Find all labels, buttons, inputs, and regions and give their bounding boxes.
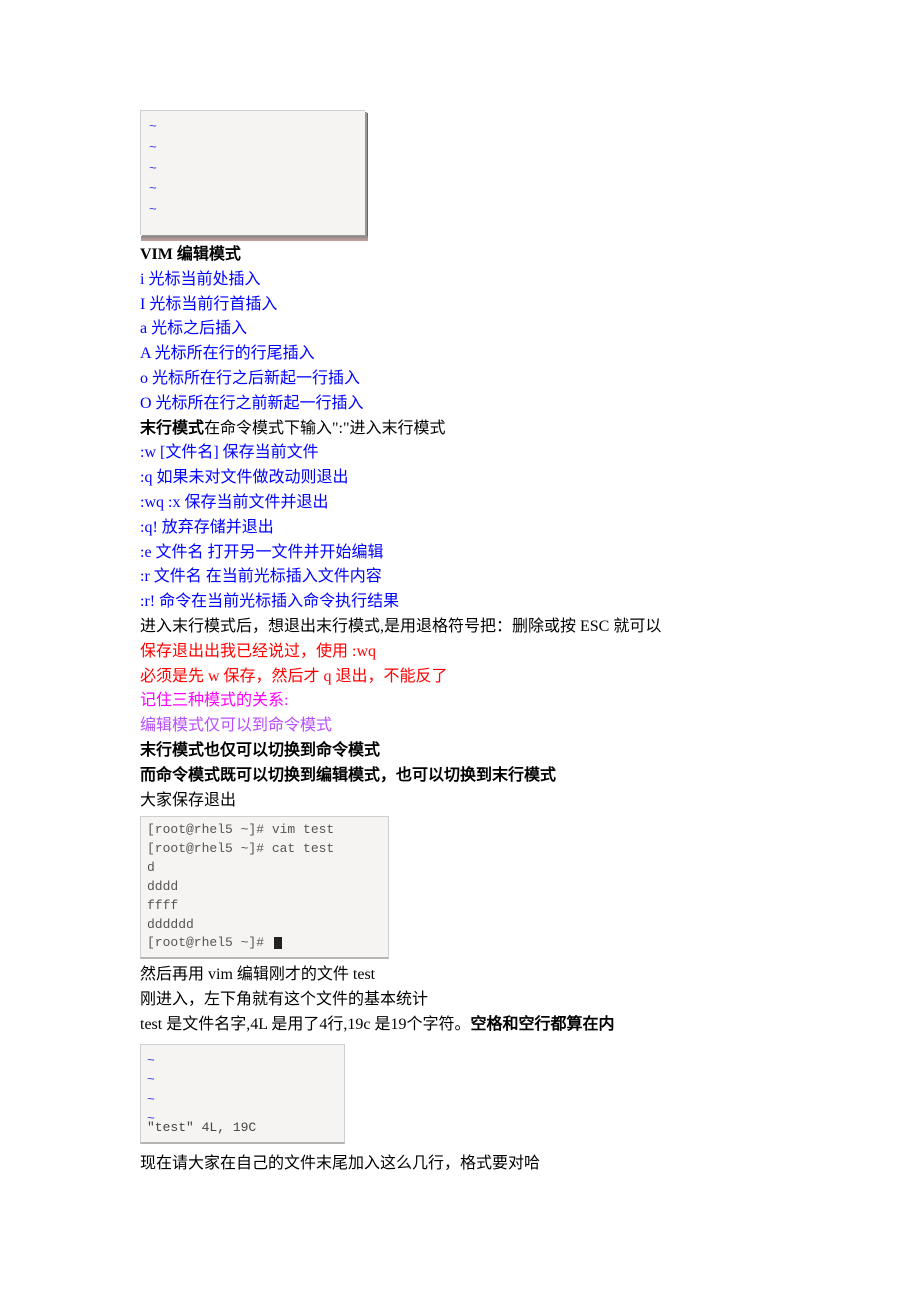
last-cmd: :wq :x 保存当前文件并退出 [140, 491, 780, 516]
body-text: test 是文件名字,4L 是用了4行,19c 是19个字符。空格和空行都算在内 [140, 1013, 780, 1038]
body-text-part: test 是文件名字,4L 是用了4行,19c 是19个字符。 [140, 1016, 471, 1033]
vim-status-line: "test" 4L, 19C [147, 1118, 256, 1138]
edit-cmd: O 光标所在行之前新起一行插入 [140, 392, 780, 417]
tilde-line: ~ [147, 1090, 338, 1110]
body-text: 然后再用 vim 编辑刚才的文件 test [140, 963, 780, 988]
vim-empty-buffer: ~ ~ ~ ~ ~ [140, 110, 365, 235]
last-cmd: :q! 放弃存储并退出 [140, 516, 780, 541]
edit-cmd: A 光标所在行的行尾插入 [140, 342, 780, 367]
red-note: 保存退出出我已经说过，使用 :wq [140, 640, 780, 665]
violet-note: 编辑模式仅可以到命令模式 [140, 714, 780, 739]
lastline-intro-rest: 在命令模式下输入":"进入末行模式 [204, 420, 446, 437]
last-cmd: :w [文件名] 保存当前文件 [140, 441, 780, 466]
last-cmd: :r! 命令在当前光标插入命令执行结果 [140, 590, 780, 615]
lastline-intro-bold: 末行模式 [140, 420, 204, 437]
heading-edit-mode: VIM 编辑模式 [140, 243, 780, 268]
last-cmd: :e 文件名 打开另一文件并开始编辑 [140, 541, 780, 566]
tilde-line: ~ [149, 179, 357, 200]
last-cmd: :r 文件名 在当前光标插入文件内容 [140, 565, 780, 590]
vim-status-box: ~ ~ ~ ~ "test" 4L, 19C [140, 1044, 345, 1144]
magenta-note: 记住三种模式的关系: [140, 689, 780, 714]
tilde-line: ~ [149, 200, 357, 221]
save-exit-text: 大家保存退出 [140, 789, 780, 814]
terminal-text: [root@rhel5 ~]# vim test [root@rhel5 ~]#… [147, 822, 334, 950]
tilde-line: ~ [147, 1051, 338, 1071]
edit-cmd: a 光标之后插入 [140, 317, 780, 342]
final-instruction: 现在请大家在自己的文件末尾加入这么几行，格式要对哈 [140, 1152, 780, 1177]
lastline-intro: 末行模式在命令模式下输入":"进入末行模式 [140, 417, 780, 442]
cursor-icon [274, 937, 282, 949]
last-cmd: :q 如果未对文件做改动则退出 [140, 466, 780, 491]
tilde-line: ~ [149, 159, 357, 180]
tilde-line: ~ [147, 1070, 338, 1090]
bold-note: 而命令模式既可以切换到编辑模式，也可以切换到末行模式 [140, 764, 780, 789]
body-text: 刚进入，左下角就有这个文件的基本统计 [140, 988, 780, 1013]
body-text-bold: 空格和空行都算在内 [471, 1016, 615, 1033]
bold-note: 末行模式也仅可以切换到命令模式 [140, 739, 780, 764]
tilde-line: ~ [149, 117, 357, 138]
edit-cmd: o 光标所在行之后新起一行插入 [140, 367, 780, 392]
terminal-output-1: [root@rhel5 ~]# vim test [root@rhel5 ~]#… [140, 816, 389, 959]
red-note: 必须是先 w 保存，然后才 q 退出，不能反了 [140, 665, 780, 690]
edit-cmd: I 光标当前行首插入 [140, 293, 780, 318]
edit-cmd: i 光标当前处插入 [140, 268, 780, 293]
document-page: ~ ~ ~ ~ ~ VIM 编辑模式 i 光标当前处插入 I 光标当前行首插入 … [0, 0, 920, 1302]
exit-lastline-note: 进入末行模式后，想退出末行模式,是用退格符号把：删除或按 ESC 就可以 [140, 615, 780, 640]
tilde-line: ~ [149, 138, 357, 159]
